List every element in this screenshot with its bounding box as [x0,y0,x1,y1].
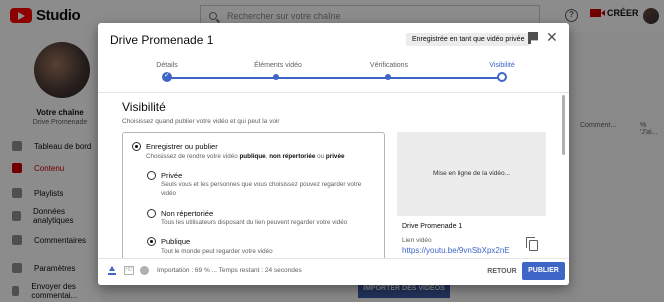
video-link[interactable]: https://youtu.be/9vnSbXpx2nE [402,246,510,255]
section-title: Visibilité [122,100,166,114]
upload-dialog: Drive Promenade 1 Enregistrée en tant qu… [98,23,569,285]
unlisted-description: Tous les utilisateurs disposant du lien … [161,219,348,226]
private-radio[interactable] [147,171,156,180]
upload-status: Importation : 69 % ... Temps restant : 2… [157,267,302,274]
step-dot [273,74,279,80]
hd-icon: HD [124,266,134,275]
save-publish-label[interactable]: Enregistrer ou publier [146,142,218,151]
step-done-check-icon: ✓ [162,72,172,82]
publish-button[interactable]: PUBLIER [522,262,565,280]
step-dot [385,74,391,80]
feedback-flag-icon[interactable] [528,32,538,44]
divider [98,92,569,93]
draft-status-badge: Enregistrée en tant que vidéo privée [406,33,531,46]
preview-video-title: Drive Promenade 1 [402,223,463,230]
step-checks[interactable]: Vérifications [344,62,434,69]
step-details[interactable]: Détails [122,62,212,69]
close-icon[interactable]: ✕ [546,30,558,44]
public-radio[interactable] [147,237,156,246]
upload-icon [108,266,116,275]
private-description: Seuls vous et les personnes que vous cho… [161,181,362,197]
step-visibility[interactable]: Visibilité [457,62,547,69]
copy-icon[interactable] [526,237,538,251]
private-label[interactable]: Privée [161,171,182,180]
step-current-dot [497,72,507,82]
unlisted-radio[interactable] [147,209,156,218]
section-description: Choisissez quand publier votre vidéo et … [122,118,280,125]
scrollbar[interactable] [562,95,565,155]
check-status-icon [140,266,149,275]
public-description: Tout le monde peut regarder votre vidéo [161,248,273,255]
dialog-title: Drive Promenade 1 [110,33,214,47]
unlisted-label[interactable]: Non répertoriée [161,209,213,218]
step-video-elements[interactable]: Éléments vidéo [233,62,323,69]
public-label[interactable]: Publique [161,237,190,246]
save-publish-radio[interactable] [132,142,141,151]
save-publish-description: Choisissez de rendre votre vidéo publiqu… [146,153,345,160]
video-preview: Mise en ligne de la vidéo... [397,132,546,216]
stepper-line [167,77,502,79]
video-link-label: Lien vidéo [402,237,432,244]
back-button[interactable]: RETOUR [482,263,522,281]
